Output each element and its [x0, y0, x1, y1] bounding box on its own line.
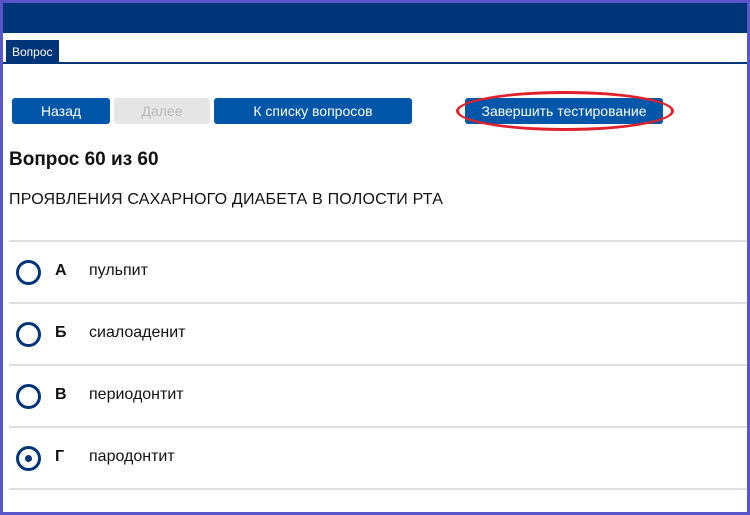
radio-button[interactable]: [16, 384, 41, 409]
answer-option-d[interactable]: Г пародонтит: [9, 428, 747, 488]
app-window: Вопрос Назад Далее К списку вопросов Зав…: [0, 0, 750, 515]
back-button[interactable]: Назад: [12, 98, 110, 124]
answer-option-c[interactable]: В периодонтит: [9, 366, 747, 426]
option-text: периодонтит: [89, 386, 184, 403]
divider: [9, 488, 747, 490]
radio-button-selected[interactable]: [16, 446, 41, 471]
option-letter: В: [55, 386, 67, 403]
answer-option-b[interactable]: Б сиалоаденит: [9, 304, 747, 364]
option-letter: Б: [55, 324, 67, 341]
option-text: сиалоаденит: [89, 324, 186, 341]
finish-test-button[interactable]: Завершить тестирование: [465, 98, 663, 124]
question-title: Вопрос 60 из 60: [9, 149, 159, 170]
question-list-button[interactable]: К списку вопросов: [214, 98, 412, 124]
top-bar: [3, 3, 747, 33]
option-text: пародонтит: [89, 448, 175, 465]
option-letter: А: [55, 262, 67, 279]
answer-option-a[interactable]: А пульпит: [9, 242, 747, 302]
option-letter: Г: [55, 448, 65, 465]
tab-question[interactable]: Вопрос: [6, 40, 59, 64]
radio-button[interactable]: [16, 322, 41, 347]
radio-button[interactable]: [16, 260, 41, 285]
question-text: ПРОЯВЛЕНИЯ САХАРНОГО ДИАБЕТА В ПОЛОСТИ Р…: [9, 191, 444, 208]
option-text: пульпит: [89, 262, 148, 279]
radio-dot-icon: [25, 455, 32, 462]
next-button[interactable]: Далее: [114, 98, 210, 124]
tab-row: Вопрос: [3, 33, 747, 64]
